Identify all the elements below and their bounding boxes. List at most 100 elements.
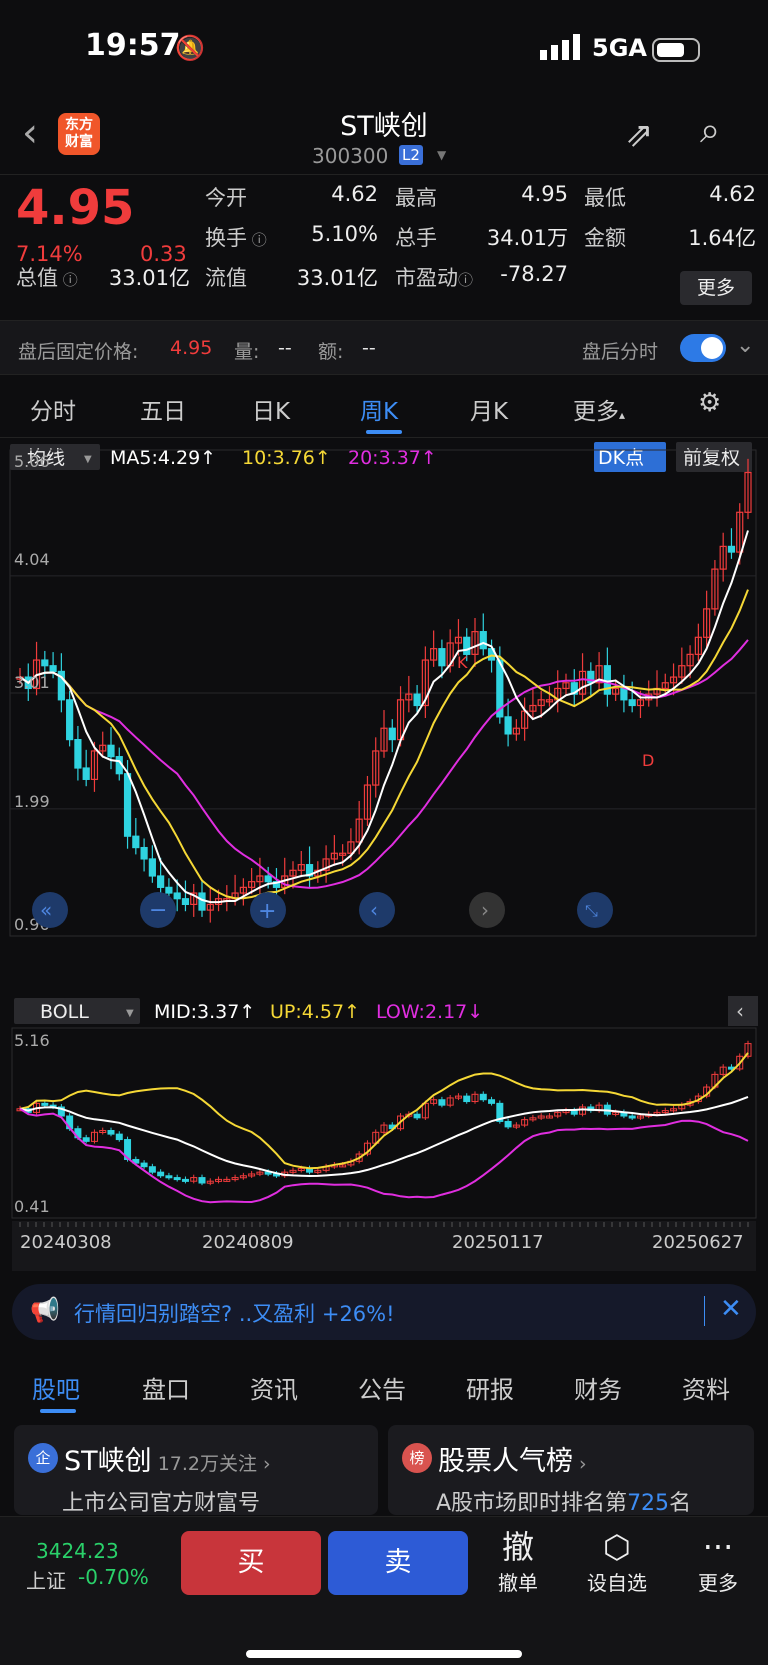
- boll-chart[interactable]: BOLL ▼ MID:3.37↑ UP:4.57↑ LOW:2.17↓ ‹ 5.…: [0, 996, 768, 1271]
- close-icon[interactable]: ✕: [720, 1294, 742, 1324]
- more-button[interactable]: ··· 更多: [678, 1527, 758, 1596]
- divider: [704, 1296, 705, 1326]
- low-value: 4.62: [709, 182, 756, 206]
- promo-banner[interactable]: 📢 行情回归别踏空? ..又盈利 +26%! ✕: [12, 1284, 756, 1340]
- tab-day-k[interactable]: 日K: [252, 392, 290, 426]
- volume-value: 34.01万: [486, 226, 568, 250]
- tab-underline: [366, 430, 402, 434]
- candle-body: [628, 699, 636, 707]
- period-tabs: 分时 五日 日K 周K 月K 更多▴ ⚙: [0, 378, 768, 438]
- candle-body: [132, 835, 140, 849]
- tab-pankou[interactable]: 盘口: [142, 1370, 190, 1405]
- candle-body: [620, 687, 628, 701]
- cancel-order-button[interactable]: 撤 撤单: [478, 1527, 558, 1596]
- candle-body: [41, 659, 49, 667]
- candle-body: [463, 636, 471, 655]
- kline-chart[interactable]: 均线 ▼ MA5:4.29↑ 10:3.76↑ 20:3.37↑ DK点 前复权…: [0, 440, 768, 1000]
- card-subtitle: 上市公司官方财富号: [62, 1491, 261, 1516]
- after-amount-label: 额:: [318, 341, 344, 363]
- minus-icon: −: [149, 898, 167, 923]
- boll-candle-body: [628, 1115, 636, 1119]
- pe-value: -78.27: [500, 262, 568, 286]
- chevron-left-icon: ‹: [736, 999, 744, 1023]
- candle-body: [140, 846, 148, 860]
- low-label: 最低: [584, 186, 626, 210]
- index-value[interactable]: 3424.23: [36, 1539, 119, 1563]
- boll-candle-body: [198, 1177, 206, 1184]
- boll-candle-body: [181, 1178, 189, 1182]
- share-icon[interactable]: ⇗: [625, 115, 654, 155]
- open-label: 今开: [205, 186, 247, 210]
- popularity-card[interactable]: 榜 股票人气榜 › A股市场即时排名第725名: [388, 1425, 754, 1516]
- after-fenshi-label: 盘后分时: [582, 341, 659, 363]
- sell-button[interactable]: 卖: [328, 1531, 468, 1595]
- date-label-1: 20240308: [20, 1232, 112, 1253]
- tab-notices[interactable]: 公告: [358, 1370, 406, 1405]
- chevron-down-icon[interactable]: ▼: [437, 148, 446, 162]
- official-account-card[interactable]: 企 ST峡创 17.2万关注 › 上市公司官方财富号: [14, 1425, 378, 1516]
- promo-text[interactable]: 行情回归别踏空? ..又盈利 +26%!: [74, 1298, 395, 1328]
- k-marker: K: [457, 653, 468, 672]
- tab-more[interactable]: 更多▴: [573, 392, 625, 426]
- date-label-2: 20240809: [202, 1232, 294, 1253]
- turnover-value: 5.10%: [311, 222, 378, 246]
- boll-candle-body: [107, 1130, 115, 1135]
- amount-value: 1.64亿: [688, 226, 756, 250]
- after-volume-value: --: [278, 337, 292, 359]
- after-volume-label: 量:: [234, 341, 260, 363]
- boll-low-label: LOW:2.17↓: [376, 1001, 483, 1023]
- volume-label: 总手: [395, 226, 437, 250]
- date-label-3: 20250117: [452, 1232, 544, 1253]
- pe-label: 市盈动ⓘ: [395, 266, 474, 290]
- cancel-icon: 撤: [501, 1528, 534, 1566]
- boll-mid-label: MID:3.37↑: [154, 1001, 255, 1023]
- candle-body: [504, 716, 512, 735]
- expand-icon: ⤡: [585, 901, 598, 920]
- content-tabs: 股吧 盘口 资讯 公告 研报 财务 资料: [0, 1355, 768, 1417]
- float-label: 流值: [205, 266, 247, 290]
- tab-guba[interactable]: 股吧: [32, 1370, 80, 1405]
- candle-body: [165, 886, 173, 894]
- add-watchlist-button[interactable]: ⬡ 设自选: [577, 1527, 657, 1596]
- gear-icon[interactable]: ⚙: [698, 388, 721, 418]
- more-quote-button[interactable]: 更多: [680, 271, 752, 305]
- megaphone-icon: 📢: [30, 1296, 60, 1324]
- boll-candle-body: [173, 1177, 181, 1181]
- after-hours-toggle[interactable]: [680, 334, 726, 362]
- tab-month-k[interactable]: 月K: [470, 392, 508, 426]
- search-icon[interactable]: ⌕: [700, 110, 720, 152]
- tab-week-k[interactable]: 周K: [360, 392, 398, 426]
- date-label-4: 20250627: [652, 1232, 744, 1253]
- price-tick-top: 5.06: [14, 452, 50, 471]
- candle-body: [157, 875, 165, 888]
- buy-button[interactable]: 买: [181, 1531, 321, 1595]
- candle-body: [388, 727, 396, 741]
- tab-news[interactable]: 资讯: [250, 1370, 298, 1405]
- watchlist-icon: ⬡: [603, 1528, 631, 1566]
- open-value: 4.62: [331, 182, 378, 206]
- boll-candle-body: [463, 1095, 471, 1103]
- card-title: 股票人气榜 ›: [438, 1446, 587, 1477]
- tab-fenshi[interactable]: 分时: [30, 392, 76, 426]
- tab-five-day[interactable]: 五日: [140, 392, 186, 426]
- float-value: 33.01亿: [296, 266, 378, 290]
- candle-body: [438, 648, 446, 667]
- price-tick-3: 3.01: [14, 673, 50, 692]
- candle-body: [198, 892, 206, 911]
- chevron-down-icon[interactable]: ⌄: [736, 333, 754, 358]
- boll-candle-body: [413, 1113, 421, 1119]
- tab-profile[interactable]: 资料: [682, 1370, 730, 1405]
- tab-research[interactable]: 研报: [466, 1370, 514, 1405]
- date-axis-bg: [12, 1221, 756, 1271]
- last-price: 4.95: [16, 180, 135, 236]
- tab-finance[interactable]: 财务: [574, 1370, 622, 1405]
- high-value: 4.95: [521, 182, 568, 206]
- card-title: ST峡创 17.2万关注 ›: [64, 1446, 271, 1477]
- boll-candle-body: [479, 1093, 487, 1101]
- level-badge[interactable]: L2: [399, 145, 423, 165]
- boll-candle-body: [488, 1099, 496, 1104]
- status-bar: 19:57 🔕 5GA: [0, 0, 768, 100]
- boll-candle-body: [115, 1133, 123, 1141]
- boll-candle-body: [148, 1166, 156, 1173]
- price-tick-2: 4.04: [14, 550, 50, 569]
